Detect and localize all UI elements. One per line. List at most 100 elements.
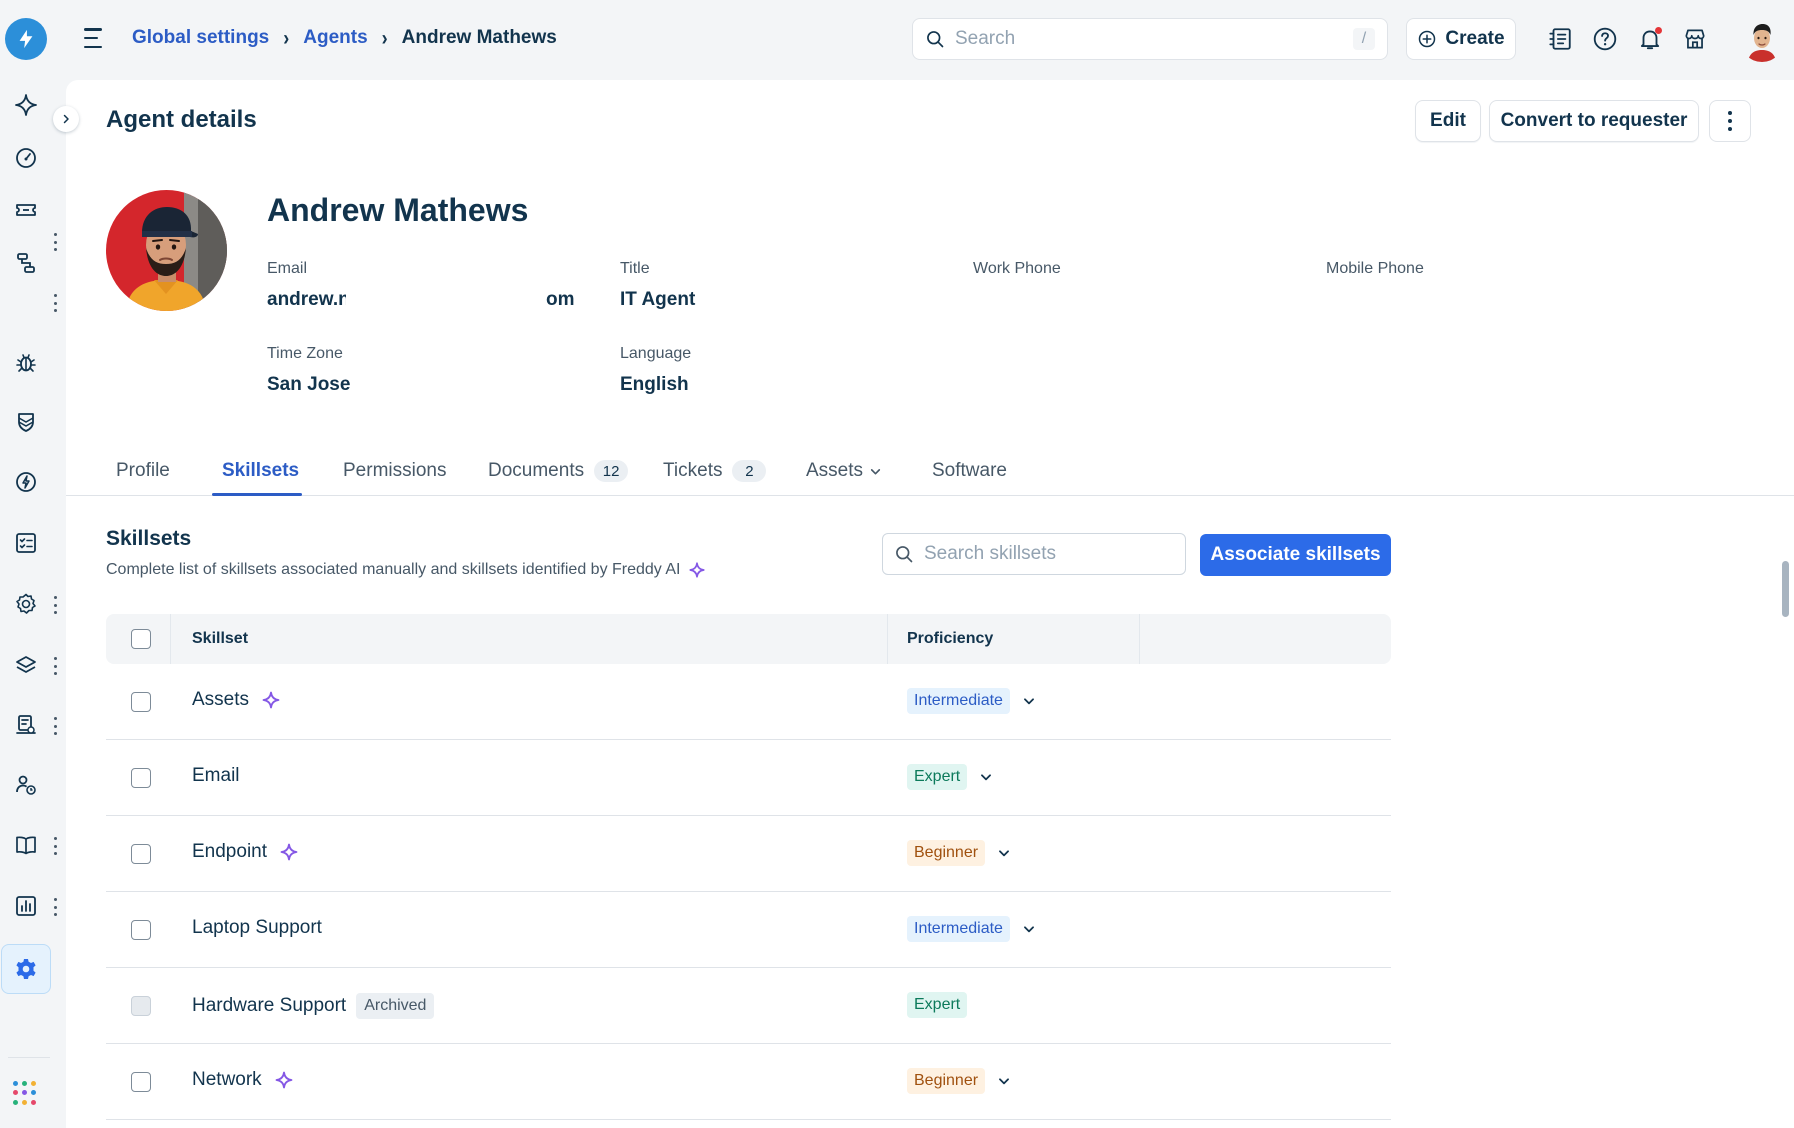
skillsets-search[interactable] <box>882 533 1186 575</box>
proficiency-selector[interactable]: Expert <box>907 764 993 790</box>
menu-icon[interactable] <box>84 28 106 48</box>
row-checkbox[interactable] <box>131 1072 151 1092</box>
agent-name: Andrew Mathews <box>267 192 529 228</box>
skillset-name-text: Assets <box>192 689 250 710</box>
more-actions-button[interactable] <box>1709 100 1751 142</box>
proficiency-selector[interactable]: Beginner <box>907 1068 1011 1094</box>
sparkle-icon <box>15 94 37 116</box>
create-button-label: Create <box>1445 28 1505 49</box>
chevron-down-icon[interactable] <box>1022 922 1036 936</box>
rail-admin[interactable] <box>1 944 51 994</box>
apps-grid-icon[interactable] <box>13 1081 37 1105</box>
rail-reports[interactable] <box>8 888 44 924</box>
select-all-checkbox[interactable] <box>131 629 151 649</box>
rail-assets-more[interactable] <box>51 657 59 675</box>
rail-automation-more[interactable] <box>51 596 59 614</box>
chevron-down-icon[interactable] <box>1022 694 1036 708</box>
skillsets-description-text: Complete list of skillsets associated ma… <box>106 561 681 578</box>
rail-workflows[interactable] <box>8 245 44 281</box>
skillsets-title: Skillsets <box>106 527 192 550</box>
breadcrumb-agents[interactable]: Agents <box>303 27 367 49</box>
breadcrumb-global-settings[interactable]: Global settings <box>132 27 269 49</box>
column-divider <box>1139 614 1140 664</box>
tab-documents[interactable]: Documents 12 <box>488 460 629 482</box>
ticket-icon <box>16 204 36 216</box>
mobile-phone-label: Mobile Phone <box>1326 260 1424 277</box>
rail-problems[interactable] <box>8 345 44 381</box>
global-search-input[interactable] <box>955 28 1353 50</box>
rail-solutions-more[interactable] <box>51 837 59 855</box>
tab-software[interactable]: Software <box>932 460 1007 482</box>
table-row: Email Expert <box>106 740 1391 816</box>
contacts-button[interactable] <box>1546 25 1574 53</box>
tab-permissions-label: Permissions <box>343 460 447 481</box>
rail-workflows-more[interactable] <box>51 294 59 312</box>
convert-to-requester-button[interactable]: Convert to requester <box>1489 100 1699 142</box>
rail-people[interactable] <box>8 767 44 803</box>
marketplace-button[interactable] <box>1681 25 1709 53</box>
tab-tickets[interactable]: Tickets 2 <box>663 460 767 482</box>
column-proficiency[interactable]: Proficiency <box>907 630 993 648</box>
tickets-count-badge: 2 <box>732 460 767 482</box>
user-avatar[interactable] <box>1740 18 1784 62</box>
skillset-name-text: Hardware Support <box>192 995 347 1016</box>
column-skillset[interactable]: Skillset <box>192 630 248 648</box>
proficiency-selector[interactable]: Beginner <box>907 840 1011 866</box>
plus-circle-icon <box>1419 30 1436 48</box>
rail-changes[interactable] <box>8 464 44 500</box>
chevron-down-icon[interactable] <box>997 846 1011 860</box>
row-checkbox[interactable] <box>131 844 151 864</box>
proficiency-badge: Expert <box>907 764 968 790</box>
expand-sidebar-button[interactable] <box>53 106 79 132</box>
row-checkbox[interactable] <box>131 692 151 712</box>
associate-skillsets-button[interactable]: Associate skillsets <box>1200 534 1391 576</box>
notifications-button[interactable] <box>1636 25 1664 53</box>
proficiency-selector[interactable]: Intermediate <box>907 916 1036 942</box>
search-icon <box>896 546 913 563</box>
tab-profile[interactable]: Profile <box>116 460 170 482</box>
tab-permissions[interactable]: Permissions <box>343 460 446 482</box>
rail-tickets[interactable] <box>8 192 44 228</box>
proficiency-badge: Beginner <box>907 840 986 866</box>
email-value-end: om <box>546 289 575 310</box>
reports-icon <box>16 896 36 916</box>
page-scrollbar[interactable] <box>1782 561 1789 617</box>
app-logo[interactable] <box>5 18 47 60</box>
skillsets-search-input[interactable] <box>924 543 1174 565</box>
skillset-name: Hardware Support Archived <box>192 993 435 1019</box>
rail-security[interactable] <box>8 404 44 440</box>
tab-assets-label: Assets <box>806 460 864 481</box>
global-search[interactable]: / <box>912 18 1388 60</box>
skillset-name-text: Laptop Support <box>192 917 322 938</box>
rail-devices[interactable] <box>8 707 44 743</box>
skillset-name: Endpoint <box>192 841 299 863</box>
rail-automation[interactable] <box>8 586 44 622</box>
help-button[interactable] <box>1591 25 1619 53</box>
tab-skillsets[interactable]: Skillsets <box>222 460 299 482</box>
rail-tickets-more[interactable] <box>51 233 59 251</box>
tab-assets[interactable]: Assets <box>806 460 882 482</box>
rail-devices-more[interactable] <box>51 717 59 735</box>
edit-button[interactable]: Edit <box>1415 100 1481 142</box>
freddy-ai-sparkle-icon <box>689 562 706 578</box>
title-value: IT Agent <box>620 289 696 310</box>
proficiency-selector[interactable]: Intermediate <box>907 688 1036 714</box>
skillset-name: Network <box>192 1069 294 1091</box>
row-checkbox[interactable] <box>131 920 151 940</box>
row-checkbox[interactable] <box>131 768 151 788</box>
rail-tasks[interactable] <box>8 525 44 561</box>
rail-solutions[interactable] <box>8 827 44 863</box>
rail-reports-more[interactable] <box>51 898 59 916</box>
chevron-down-icon[interactable] <box>997 1074 1011 1088</box>
documents-count-badge: 12 <box>594 460 629 482</box>
chevron-down-icon[interactable] <box>979 770 993 784</box>
rail-assets[interactable] <box>8 647 44 683</box>
bolt-icon <box>19 29 33 49</box>
agent-avatar <box>106 190 227 311</box>
rail-freddy-ai[interactable] <box>8 87 44 123</box>
email-value-start: andrew.n <box>267 289 350 310</box>
create-button[interactable]: Create <box>1406 18 1516 60</box>
rail-dashboard[interactable] <box>8 140 44 176</box>
skillsets-description: Complete list of skillsets associated ma… <box>106 561 706 579</box>
help-icon <box>1593 27 1617 51</box>
